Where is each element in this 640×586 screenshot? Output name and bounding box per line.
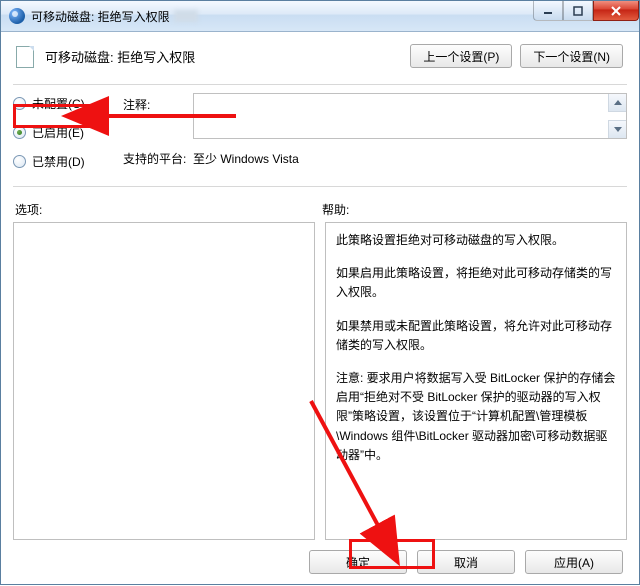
radio-icon [13,97,26,110]
help-paragraph: 如果启用此策略设置，将拒绝对此可移动存储类的写入权限。 [336,264,616,302]
comment-label: 注释: [123,93,193,113]
radio-label: 已启用(E) [32,124,84,141]
platform-label: 支持的平台: [123,147,193,167]
divider [13,84,627,85]
footer-buttons: 确定 取消 应用(A) [13,550,627,574]
apply-button[interactable]: 应用(A) [525,550,623,574]
right-top-fields: 注释: 支持的平台: 至少 Windows Vista [123,93,627,182]
radio-column: 未配置(C) 已启用(E) 已禁用(D) [13,93,123,182]
prev-setting-button[interactable]: 上一个设置(P) [410,44,512,68]
window-title: 可移动磁盘: 拒绝写入权限 [31,8,170,25]
next-setting-button[interactable]: 下一个设置(N) [520,44,623,68]
radio-icon-checked [13,126,26,139]
page-title: 可移动磁盘: 拒绝写入权限 [45,47,410,66]
close-icon [610,6,622,16]
apply-label: 应用(A) [554,554,594,571]
help-heading: 帮助: [320,201,627,218]
comment-input[interactable] [193,93,627,139]
radio-label: 未配置(C) [32,95,85,112]
comment-row: 注释: [123,93,627,139]
minimize-icon [543,6,553,16]
header-row: 可移动磁盘: 拒绝写入权限 上一个设置(P) 下一个设置(N) [13,42,627,70]
title-blur [174,10,198,22]
scroll-up-button[interactable] [608,94,626,112]
platform-row: 支持的平台: 至少 Windows Vista [123,147,627,167]
scroll-down-button[interactable] [608,120,626,138]
top-grid: 未配置(C) 已启用(E) 已禁用(D) 注释: [13,93,627,182]
cancel-button[interactable]: 取消 [417,550,515,574]
app-icon [9,8,25,24]
client-area: 可移动磁盘: 拒绝写入权限 上一个设置(P) 下一个设置(N) 未配置(C) 已… [1,32,639,584]
dialog-window: 可移动磁盘: 拒绝写入权限 可移动磁盘: 拒绝写入权限 [0,0,640,585]
divider-2 [13,186,627,187]
help-panel: 此策略设置拒绝对可移动磁盘的写入权限。 如果启用此策略设置，将拒绝对此可移动存储… [325,222,627,540]
radio-icon [13,155,26,168]
radio-label: 已禁用(D) [32,153,85,170]
cancel-label: 取消 [454,554,478,571]
maximize-button[interactable] [563,1,593,21]
minimize-button[interactable] [533,1,563,21]
maximize-icon [573,6,583,16]
help-paragraph: 此策略设置拒绝对可移动磁盘的写入权限。 [336,231,616,250]
ok-button[interactable]: 确定 [309,550,407,574]
chevron-up-icon [614,100,622,105]
platform-value: 至少 Windows Vista [193,147,299,167]
nav-buttons: 上一个设置(P) 下一个设置(N) [410,44,623,68]
radio-disabled[interactable]: 已禁用(D) [13,153,123,170]
section-headers: 选项: 帮助: [13,201,627,218]
titlebar: 可移动磁盘: 拒绝写入权限 [1,1,639,32]
prev-label: 上一个设置(P) [423,48,499,65]
options-heading: 选项: [13,201,320,218]
next-label: 下一个设置(N) [533,48,610,65]
radio-enabled[interactable]: 已启用(E) [13,124,123,141]
options-panel [13,222,315,540]
help-paragraph: 注意: 要求用户将数据写入受 BitLocker 保护的存储会启用“拒绝对不受 … [336,369,616,465]
panels: 此策略设置拒绝对可移动磁盘的写入权限。 如果启用此策略设置，将拒绝对此可移动存储… [13,222,627,540]
policy-icon [13,44,37,68]
radio-not-configured[interactable]: 未配置(C) [13,95,123,112]
ok-label: 确定 [346,554,370,571]
chevron-down-icon [614,127,622,132]
help-paragraph: 如果禁用或未配置此策略设置，将允许对此可移动存储类的写入权限。 [336,317,616,355]
close-button[interactable] [593,1,639,21]
window-controls [533,1,639,21]
